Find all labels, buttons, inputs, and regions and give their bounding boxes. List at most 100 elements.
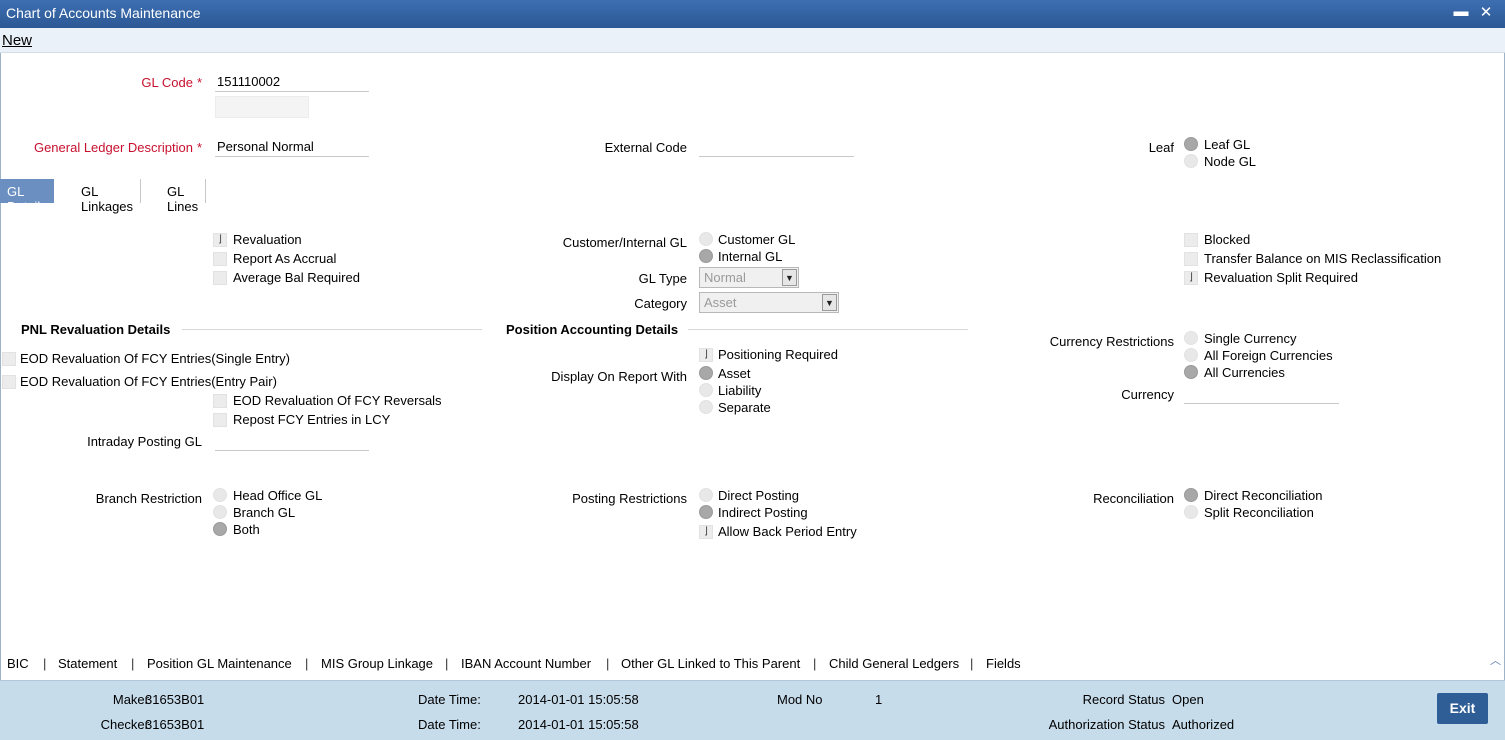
currency-label: Currency <box>1121 387 1174 402</box>
audit-footer <box>0 680 1505 740</box>
report-as-accrual-checkbox[interactable] <box>213 252 227 266</box>
eod-entry-pair-label: EOD Revaluation Of FCY Entries(Entry Pai… <box>20 374 277 389</box>
checker-label: Checker <box>100 717 149 732</box>
chevron-down-icon: ▼ <box>822 294 837 311</box>
branch-restriction-label: Branch Restriction <box>95 491 202 506</box>
display-separate-radio[interactable] <box>699 400 713 414</box>
positioning-required-checkbox[interactable]: ⌋ <box>699 348 713 362</box>
display-liability-radio[interactable] <box>699 383 713 397</box>
maker-date-time-label: Date Time: <box>418 692 481 707</box>
gl-code-field[interactable]: 151110002 <box>215 72 369 92</box>
link-other-gl-linked[interactable]: Other GL Linked to This Parent <box>621 656 800 671</box>
link-mis-group-linkage[interactable]: MIS Group Linkage <box>321 656 433 671</box>
display-asset-radio[interactable] <box>699 366 713 380</box>
single-currency-radio[interactable] <box>1184 331 1198 345</box>
menu-bar: New <box>0 28 1505 53</box>
scroll-up-icon[interactable]: ︿ <box>1490 652 1501 668</box>
revaluation-label: Revaluation <box>233 232 302 247</box>
transfer-balance-checkbox[interactable] <box>1184 252 1198 266</box>
eod-entry-pair-checkbox[interactable] <box>2 375 16 389</box>
branch-gl-radio[interactable] <box>213 505 227 519</box>
link-fields[interactable]: Fields <box>986 656 1021 671</box>
mod-no-value: 1 <box>875 692 883 707</box>
link-bic[interactable]: BIC <box>7 656 29 671</box>
positioning-required-label: Positioning Required <box>718 347 838 362</box>
both-label: Both <box>233 522 260 537</box>
checker-date-time-value: 2014-01-01 15:05:58 <box>518 717 639 732</box>
leaf-gl-label: Leaf GL <box>1204 137 1251 152</box>
direct-posting-radio[interactable] <box>699 488 713 502</box>
all-currencies-radio[interactable] <box>1184 365 1198 379</box>
title-bar: Chart of Accounts Maintenance ▬ ✕ <box>0 0 1505 28</box>
repost-fcy-label: Repost FCY Entries in LCY <box>233 412 391 427</box>
link-separator: | <box>606 656 610 671</box>
tab-gl-details[interactable]: GL Details <box>0 179 54 214</box>
gl-description-label: General Ledger Description * <box>33 140 202 155</box>
display-asset-label: Asset <box>718 366 751 381</box>
direct-reconciliation-radio[interactable] <box>1184 488 1198 502</box>
internal-gl-radio[interactable] <box>699 249 713 263</box>
gl-code-label: GL Code * <box>141 75 202 90</box>
currency-field[interactable] <box>1184 384 1339 404</box>
average-bal-required-checkbox[interactable] <box>213 271 227 285</box>
customer-gl-radio[interactable] <box>699 232 713 246</box>
indirect-posting-radio[interactable] <box>699 505 713 519</box>
eod-reversals-checkbox[interactable] <box>213 394 227 408</box>
customer-gl-label: Customer GL <box>718 232 796 247</box>
gl-description-field[interactable]: Personal Normal <box>215 137 369 157</box>
head-office-gl-radio[interactable] <box>213 488 227 502</box>
revaluation-split-checkbox[interactable]: ⌋ <box>1184 271 1198 285</box>
report-as-accrual-label: Report As Accrual <box>233 251 337 266</box>
link-separator: | <box>131 656 135 671</box>
display-on-report-label: Display On Report With <box>551 369 687 384</box>
intraday-posting-gl-field[interactable] <box>215 431 369 451</box>
posting-restrictions-label: Posting Restrictions <box>572 491 687 506</box>
eod-reversals-label: EOD Revaluation Of FCY Reversals <box>233 393 442 408</box>
position-divider <box>688 329 968 330</box>
all-foreign-currencies-radio[interactable] <box>1184 348 1198 362</box>
new-link[interactable]: New <box>2 32 32 49</box>
eod-single-entry-checkbox[interactable] <box>2 352 16 366</box>
link-iban-account-number[interactable]: IBAN Account Number <box>461 656 591 671</box>
maker-label: Maker <box>112 692 149 707</box>
minimize-icon[interactable]: ▬ <box>1452 3 1470 23</box>
tab-gl-lines[interactable]: GL Lines <box>160 179 207 214</box>
checker-value: 31653B01 <box>145 717 205 732</box>
pnl-divider <box>182 329 482 330</box>
link-separator: | <box>43 656 47 671</box>
maker-date-time-value: 2014-01-01 15:05:58 <box>518 692 639 707</box>
window-title: Chart of Accounts Maintenance <box>6 5 201 21</box>
head-office-gl-label: Head Office GL <box>233 488 323 503</box>
link-statement[interactable]: Statement <box>58 656 117 671</box>
exit-button[interactable]: Exit <box>1437 693 1488 724</box>
display-separate-label: Separate <box>718 400 771 415</box>
blocked-checkbox[interactable] <box>1184 233 1198 247</box>
category-select[interactable]: Asset ▼ <box>699 292 839 313</box>
link-separator: | <box>445 656 449 671</box>
external-code-field[interactable] <box>699 137 854 157</box>
revaluation-split-label: Revaluation Split Required <box>1204 270 1358 285</box>
link-separator: | <box>970 656 974 671</box>
repost-fcy-checkbox[interactable] <box>213 413 227 427</box>
indirect-posting-label: Indirect Posting <box>718 505 808 520</box>
both-radio[interactable] <box>213 522 227 536</box>
link-position-gl-maintenance[interactable]: Position GL Maintenance <box>147 656 292 671</box>
node-gl-radio[interactable] <box>1184 154 1198 168</box>
direct-posting-label: Direct Posting <box>718 488 799 503</box>
internal-gl-label: Internal GL <box>718 249 783 264</box>
allow-back-period-checkbox[interactable]: ⌋ <box>699 525 713 539</box>
tab-gl-linkages[interactable]: GL Linkages <box>74 179 142 214</box>
split-reconciliation-radio[interactable] <box>1184 505 1198 519</box>
external-code-label: External Code <box>604 140 687 155</box>
link-child-general-ledgers[interactable]: Child General Ledgers <box>829 656 959 671</box>
maker-value: 31653B01 <box>145 692 205 707</box>
link-separator: | <box>813 656 817 671</box>
chevron-down-icon: ▼ <box>782 269 797 286</box>
position-accounting-heading: Position Accounting Details <box>506 322 679 337</box>
leaf-gl-radio[interactable] <box>1184 137 1198 151</box>
revaluation-checkbox[interactable]: ⌋ <box>213 233 227 247</box>
subsystem-links: BIC | Statement | Position GL Maintenanc… <box>0 650 1505 678</box>
leaf-label: Leaf <box>1148 140 1174 155</box>
gl-type-select[interactable]: Normal ▼ <box>699 267 799 288</box>
close-icon[interactable]: ✕ <box>1477 3 1495 23</box>
